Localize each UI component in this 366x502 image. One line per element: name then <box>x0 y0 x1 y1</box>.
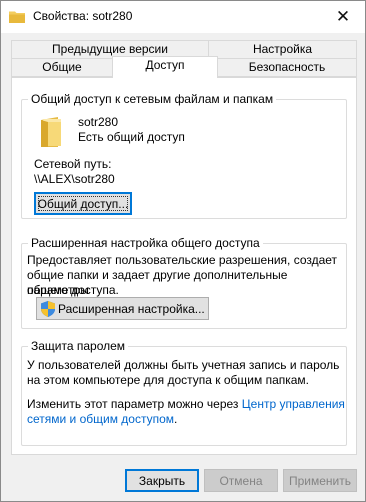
tab-security[interactable]: Безопасность <box>217 58 357 77</box>
close-dialog-button[interactable]: Закрыть <box>125 469 199 492</box>
tab-sharing[interactable]: Доступ <box>112 56 218 78</box>
title-bar: Свойства: sotr280 ✕ <box>1 1 365 33</box>
close-button[interactable]: ✕ <box>321 1 365 32</box>
folder-icon <box>9 11 25 23</box>
advanced-description-line1: Предоставляет пользовательские разрешени… <box>27 253 338 267</box>
password-protection-group: Защита паролем У пользователей должны бы… <box>21 339 347 446</box>
folder-icon <box>41 117 61 147</box>
password-link-line2: сетями и общим доступом. <box>27 412 177 427</box>
folder-sharing-status: Есть общий доступ <box>78 130 185 144</box>
apply-button-label: Применить <box>288 473 351 488</box>
network-sharing-group: Общий доступ к сетевым файлам и папкам s… <box>21 92 347 219</box>
password-period: . <box>174 412 178 426</box>
advanced-sharing-group-title: Расширенная настройка общего доступа <box>28 236 263 250</box>
sharing-panel: Общий доступ к сетевым файлам и папкам s… <box>11 77 357 455</box>
password-description-line2: на этом компьютере для доступа к общим п… <box>27 373 310 387</box>
network-sharing-group-title: Общий доступ к сетевым файлам и папкам <box>28 92 277 106</box>
close-icon: ✕ <box>335 6 351 26</box>
share-button[interactable]: Общий доступ... <box>34 192 132 215</box>
share-button-label: Общий доступ... <box>37 196 129 211</box>
advanced-sharing-group: Расширенная настройка общего доступа Пре… <box>21 236 347 329</box>
shield-icon <box>41 300 55 317</box>
advanced-description-line3: общего доступа. <box>27 283 119 297</box>
network-center-link-line2[interactable]: сетями и общим доступом <box>27 412 174 426</box>
advanced-sharing-button-label: Расширенная настройка... <box>58 301 205 316</box>
properties-window: Свойства: sotr280 ✕ Предыдущие версии На… <box>0 0 366 502</box>
password-protection-group-title: Защита паролем <box>28 339 129 353</box>
password-description-line1: У пользователей должны быть учетная запи… <box>27 358 340 372</box>
network-path-label: Сетевой путь: <box>34 157 112 171</box>
advanced-sharing-button[interactable]: Расширенная настройка... <box>36 297 209 320</box>
network-path-value: \\ALEX\sotr280 <box>34 172 115 186</box>
tab-customize[interactable]: Настройка <box>208 40 357 59</box>
cancel-button[interactable]: Отмена <box>204 469 278 492</box>
password-change-prefix: Изменить этот параметр можно через <box>27 397 242 411</box>
close-dialog-button-label: Закрыть <box>138 473 186 488</box>
cancel-button-label: Отмена <box>219 473 263 488</box>
tab-general[interactable]: Общие <box>11 58 113 77</box>
folder-name: sotr280 <box>78 115 119 129</box>
window-title: Свойства: sotr280 <box>33 9 133 23</box>
network-center-link[interactable]: Центр управления <box>242 397 345 411</box>
password-change-text: Изменить этот параметр можно через Центр… <box>27 397 345 412</box>
apply-button[interactable]: Применить <box>283 469 357 492</box>
